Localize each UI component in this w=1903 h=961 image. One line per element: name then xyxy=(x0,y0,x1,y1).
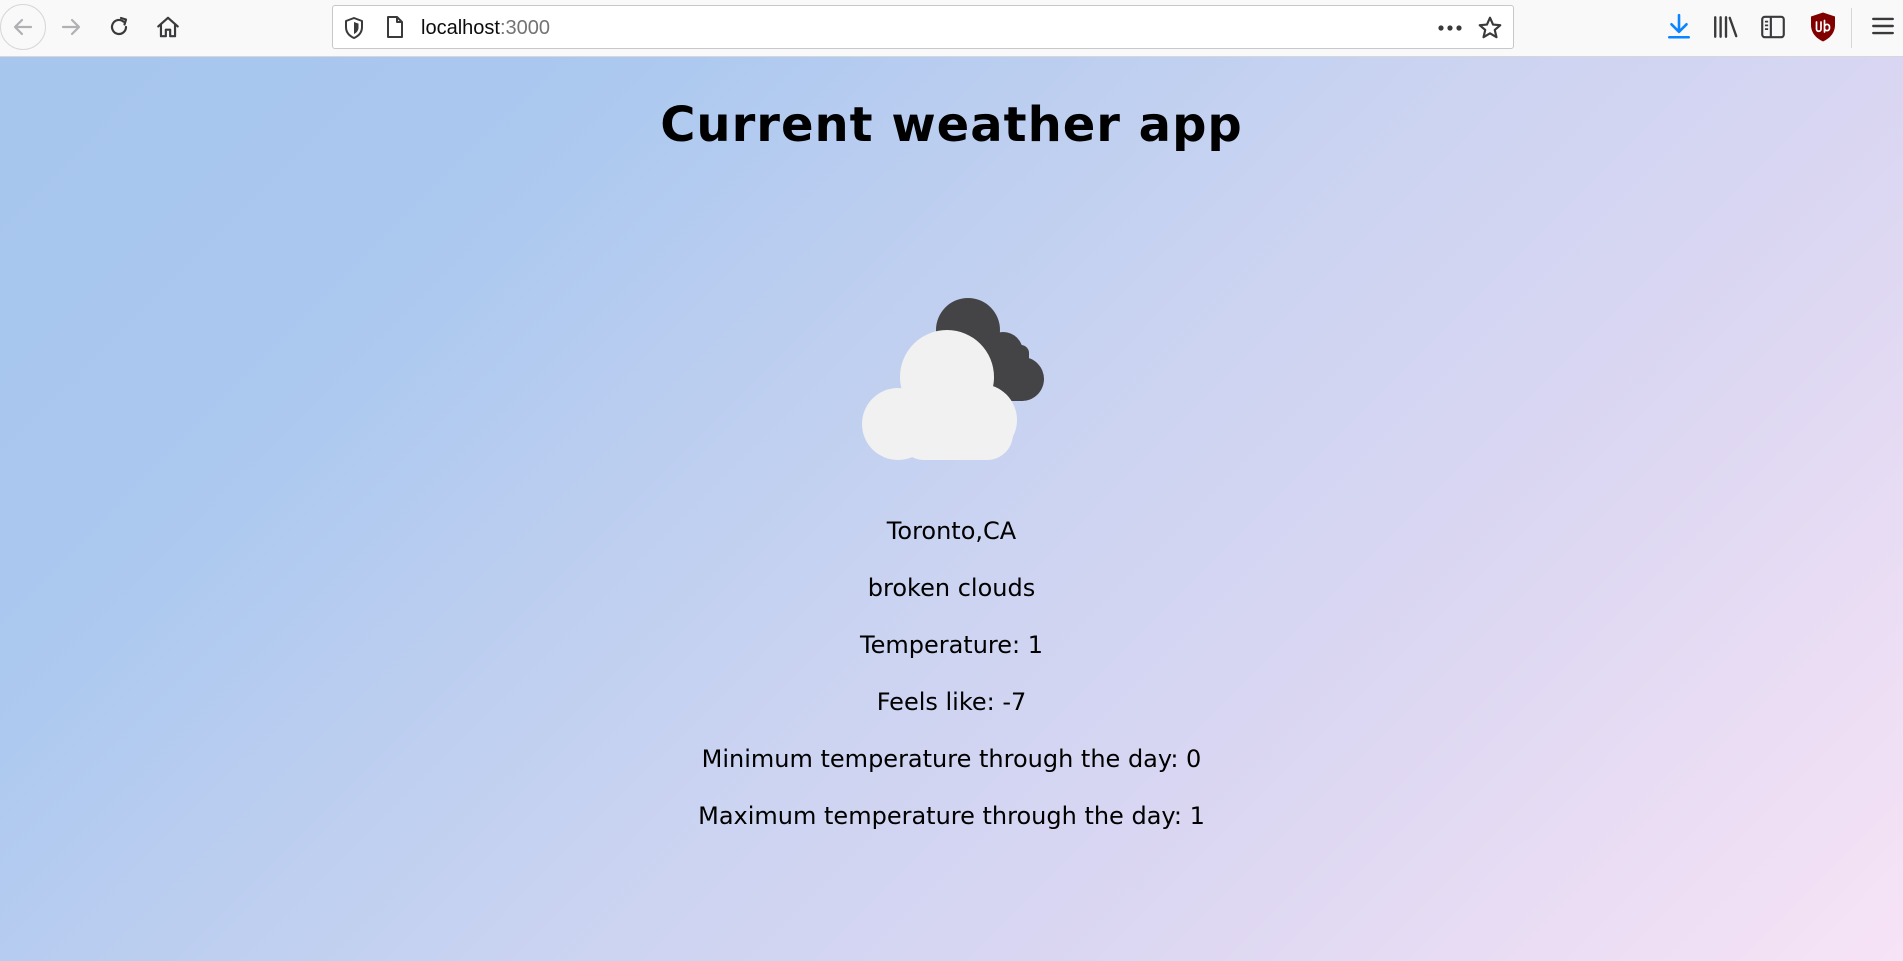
min-temperature-text: Minimum temperature through the day: 0 xyxy=(701,745,1202,773)
url-port: :3000 xyxy=(499,17,550,39)
toolbar-divider xyxy=(1851,8,1852,48)
browser-toolbar: localhost:3000 xyxy=(0,0,1903,57)
download-icon[interactable] xyxy=(1666,13,1692,45)
broken-clouds-icon xyxy=(862,298,1044,460)
star-icon[interactable] xyxy=(1477,15,1503,45)
hamburger-menu-icon[interactable] xyxy=(1870,13,1896,43)
description-text: broken clouds xyxy=(867,574,1036,602)
more-dots-icon[interactable] xyxy=(1437,16,1463,44)
sidebar-icon[interactable] xyxy=(1760,13,1786,45)
back-arrow-icon xyxy=(13,18,33,36)
ublock-origin-icon[interactable] xyxy=(1808,11,1838,47)
reload-icon xyxy=(110,16,128,36)
url-text[interactable]: localhost:3000 xyxy=(421,16,550,40)
home-icon xyxy=(157,16,179,38)
forward-arrow-icon xyxy=(61,18,81,36)
back-button[interactable] xyxy=(0,4,46,50)
location-text: Toronto,CA xyxy=(886,517,1017,545)
home-button[interactable] xyxy=(145,4,191,50)
page-title: Current weather app xyxy=(660,97,1243,153)
max-temperature-text: Maximum temperature through the day: 1 xyxy=(698,802,1205,830)
weather-info: Toronto,CA broken clouds Temperature: 1 … xyxy=(0,515,1903,857)
url-bar[interactable]: localhost:3000 xyxy=(332,5,1514,49)
library-icon[interactable] xyxy=(1712,13,1740,45)
url-host: localhost xyxy=(421,17,500,39)
page-icon[interactable] xyxy=(385,15,405,43)
page-content: Current weather app Toronto,CA broken cl… xyxy=(0,57,1903,961)
feels-like-text: Feels like: -7 xyxy=(876,688,1027,716)
forward-button[interactable] xyxy=(48,4,94,50)
reload-button[interactable] xyxy=(96,4,142,50)
tracking-shield-icon[interactable] xyxy=(343,16,365,44)
temperature-text: Temperature: 1 xyxy=(859,631,1043,659)
